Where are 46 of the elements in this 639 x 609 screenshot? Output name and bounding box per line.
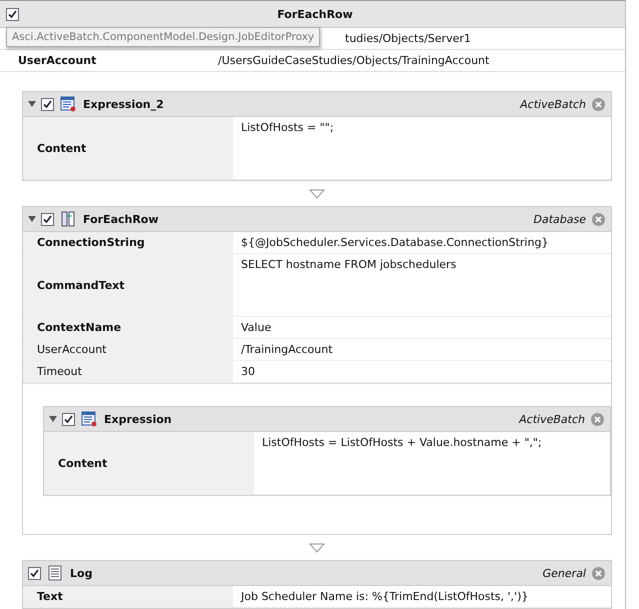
activity-category: ActiveBatch — [520, 98, 586, 110]
loop-icon — [60, 211, 76, 227]
activity-title: Log — [70, 566, 94, 580]
tooltip: Asci.ActiveBatch.ComponentModel.Design.JobEditorProxy — [6, 27, 320, 47]
property-label: Content — [23, 117, 233, 179]
property-value[interactable]: ${@JobScheduler.Services.Database.ConnectionString} — [233, 232, 556, 253]
property-value[interactable]: /TrainingAccount — [233, 339, 341, 360]
close-icon[interactable] — [592, 98, 605, 110]
property-value[interactable]: SELECT hostname FROM jobschedulers — [233, 254, 464, 316]
property-value[interactable]: Value — [233, 317, 280, 338]
activity-title: Expression — [104, 412, 173, 426]
checkbox[interactable] — [6, 8, 19, 20]
property-label: UserAccount — [17, 54, 98, 67]
flow-arrow-icon — [309, 542, 325, 552]
checkbox[interactable] — [41, 98, 54, 110]
close-icon[interactable] — [592, 566, 605, 580]
document-icon — [47, 565, 63, 581]
activity-category: Database — [534, 212, 586, 226]
flow-arrow-icon — [309, 188, 325, 198]
activity-category: ActiveBatch — [519, 412, 585, 426]
checkbox[interactable] — [62, 412, 75, 426]
close-icon[interactable] — [592, 212, 605, 226]
collapse-triangle-icon[interactable] — [49, 415, 57, 423]
property-value[interactable]: 30 — [233, 361, 263, 382]
checkbox[interactable] — [41, 212, 54, 226]
collapse-triangle-icon[interactable] — [28, 215, 36, 223]
property-label: ContextName — [23, 317, 233, 338]
list-icon — [60, 96, 76, 112]
property-value[interactable]: ListOfHosts = ""; — [233, 117, 342, 179]
close-icon[interactable] — [591, 412, 604, 426]
collapse-triangle-icon[interactable] — [28, 100, 36, 108]
list-icon — [81, 411, 97, 427]
property-label: ConnectionString — [23, 232, 233, 253]
activity-title: Expression_2 — [83, 98, 165, 110]
activity-title: ForEachRow — [83, 212, 160, 226]
property-value[interactable]: /UsersGuideCaseStudies/Objects/TrainingAccount — [210, 54, 490, 67]
property-label: Text — [23, 586, 233, 607]
property-label: Timeout — [23, 361, 233, 382]
property-value[interactable]: Job Scheduler Name is: %{TrimEnd(ListOfHosts, ',')} — [233, 586, 536, 607]
job-title: ForEachRow — [276, 8, 354, 20]
property-value[interactable]: ListOfHosts = ListOfHosts + Value.hostname + ","; — [254, 432, 550, 494]
activity-category: General — [542, 566, 586, 580]
property-label: CommandText — [23, 254, 233, 316]
property-label: UserAccount — [23, 339, 233, 360]
property-label: Content — [44, 432, 254, 494]
checkbox[interactable] — [28, 566, 41, 580]
